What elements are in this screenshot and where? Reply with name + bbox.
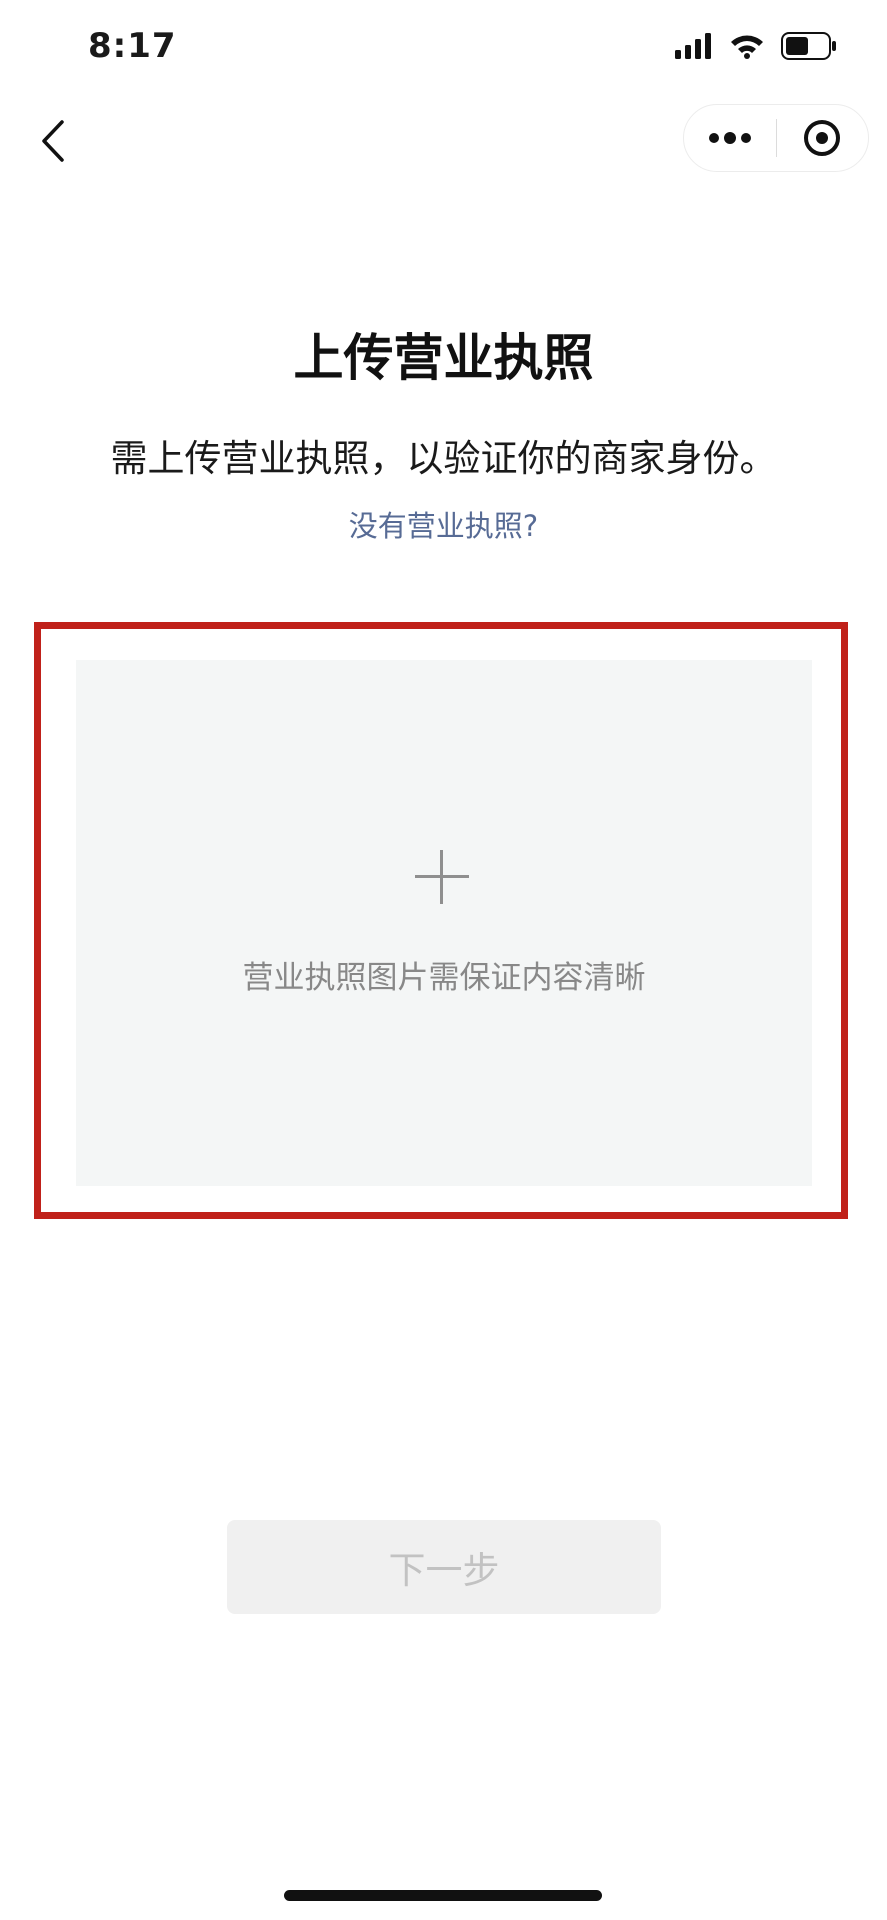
- battery-icon: [781, 32, 836, 60]
- more-dots-icon: [708, 132, 751, 144]
- record-target-icon: [804, 120, 841, 156]
- chevron-left-icon: [42, 120, 64, 162]
- page-description: 需上传营业执照，以验证你的商家身份。: [110, 437, 777, 480]
- upload-license-area[interactable]: [76, 660, 812, 1186]
- home-indicator: [284, 1890, 602, 1901]
- page-title: 上传营业执照: [293, 329, 594, 387]
- mini-program-capsule: [683, 104, 869, 172]
- status-bar: 8:17: [0, 0, 887, 96]
- no-license-link[interactable]: 没有营业执照?: [0, 503, 887, 545]
- wifi-icon: [731, 35, 763, 59]
- signal-icon: [675, 33, 711, 59]
- plus-icon: [415, 850, 469, 904]
- upload-hint: 营业执照图片需保证内容清晰: [242, 960, 646, 996]
- status-time: 8:17: [88, 26, 177, 66]
- next-step-button[interactable]: 下一步: [227, 1520, 661, 1614]
- nav-bar: [0, 96, 887, 186]
- close-button[interactable]: [777, 105, 869, 171]
- more-button[interactable]: [684, 105, 776, 171]
- status-icons: [675, 32, 837, 60]
- back-button[interactable]: [26, 114, 80, 168]
